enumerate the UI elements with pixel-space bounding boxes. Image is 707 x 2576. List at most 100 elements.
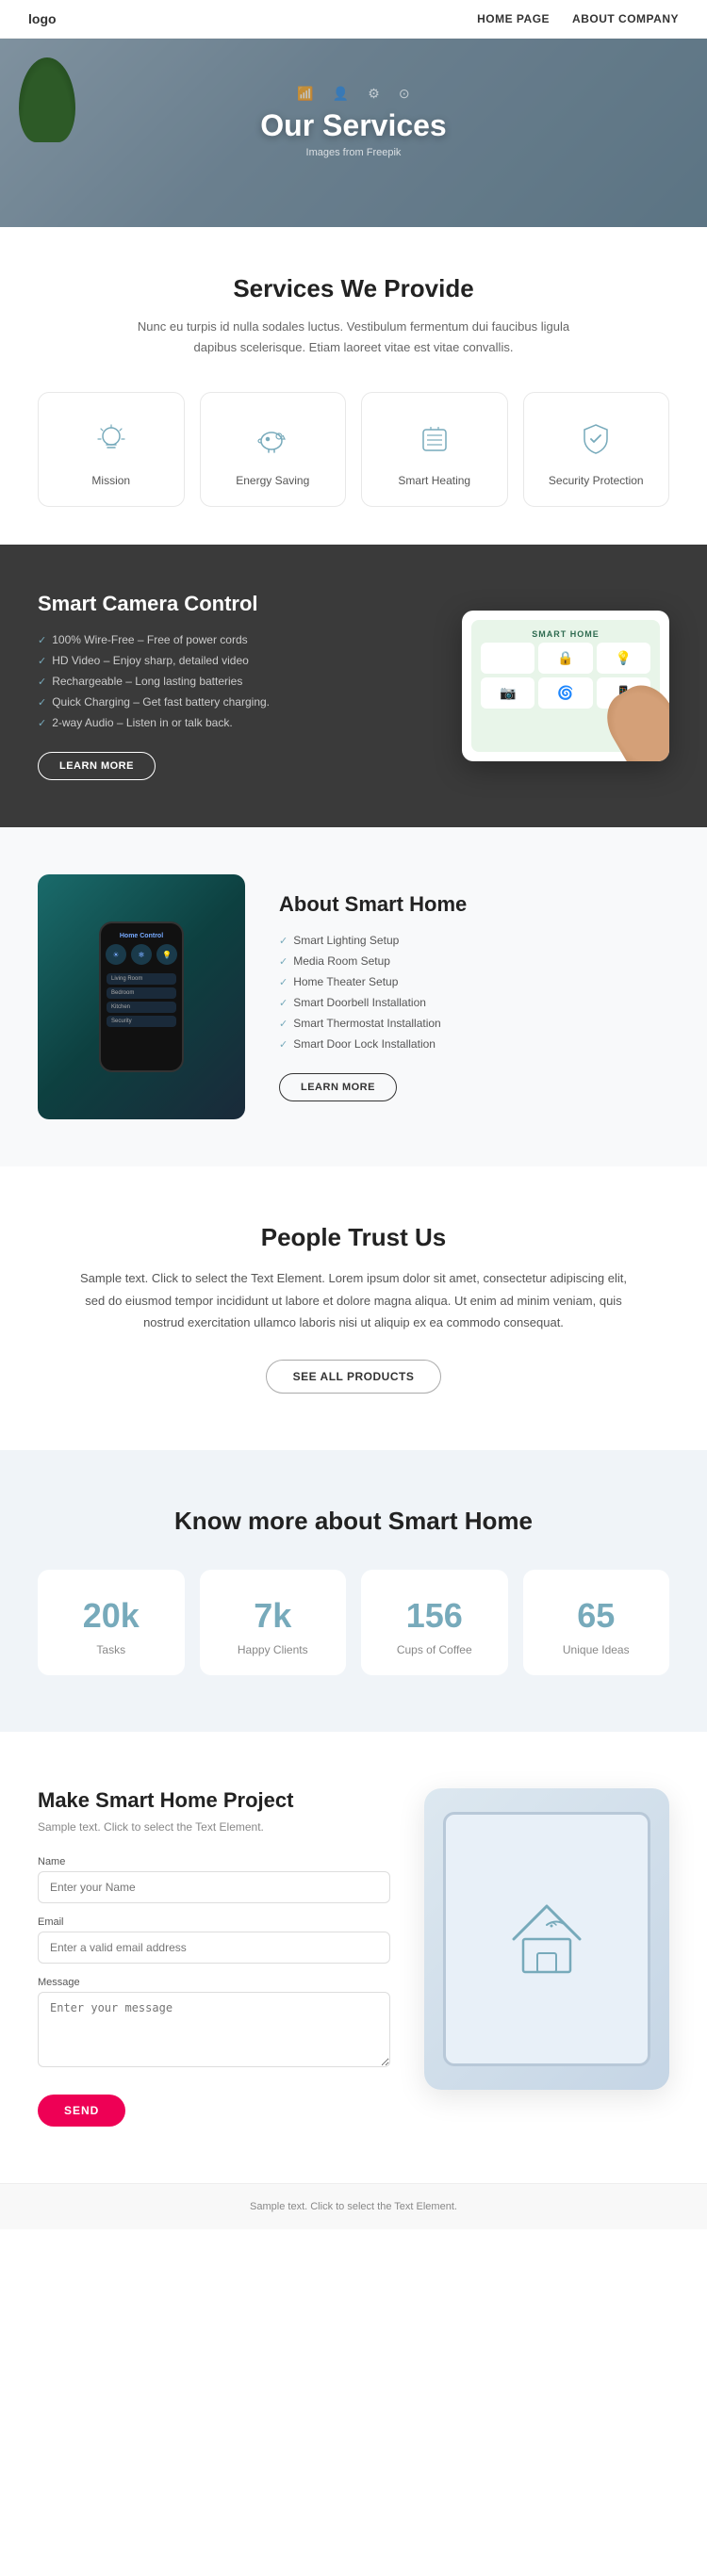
phone-control-2: ❄ bbox=[131, 944, 152, 965]
camera-feature-5: 2-way Audio – Listen in or talk back. bbox=[38, 716, 439, 729]
service-card-energy: Energy Saving bbox=[200, 392, 347, 507]
message-input[interactable] bbox=[38, 1992, 390, 2067]
sh-icon-4: 📷 bbox=[481, 677, 534, 709]
heating-icon bbox=[411, 416, 458, 463]
stat-card-tasks: 20k Tasks bbox=[38, 1570, 185, 1675]
about-title: About Smart Home bbox=[279, 892, 669, 917]
camera-feature-2: HD Video – Enjoy sharp, detailed video bbox=[38, 654, 439, 667]
service-cards: Mission Energy Saving Smart Heating Secu… bbox=[38, 392, 669, 507]
stat-label-coffee: Cups of Coffee bbox=[397, 1643, 472, 1656]
contact-form: Name Email Message SEND bbox=[38, 1856, 390, 2127]
about-feature-5: Smart Thermostat Installation bbox=[279, 1017, 669, 1030]
camera-feature-1: 100% Wire-Free – Free of power cords bbox=[38, 633, 439, 646]
phone-menu: Living Room Bedroom Kitchen Security bbox=[107, 973, 176, 1027]
stat-number-clients: 7k bbox=[254, 1596, 291, 1636]
phone-menu-item-3: Kitchen bbox=[107, 1002, 176, 1013]
bulb-icon bbox=[88, 416, 135, 463]
hero-title: Our Services bbox=[260, 108, 446, 143]
sh-icon-2: 🔒 bbox=[538, 643, 592, 674]
stat-card-ideas: 65 Unique Ideas bbox=[523, 1570, 670, 1675]
camera-learn-more-button[interactable]: LEARN MORE bbox=[38, 752, 156, 780]
stats-grid: 20k Tasks 7k Happy Clients 156 Cups of C… bbox=[38, 1570, 669, 1675]
name-label: Name bbox=[38, 1856, 390, 1867]
service-label-mission: Mission bbox=[91, 474, 130, 487]
camera-features: 100% Wire-Free – Free of power cords HD … bbox=[38, 633, 439, 729]
footer: Sample text. Click to select the Text El… bbox=[0, 2183, 707, 2229]
form-left: Make Smart Home Project Sample text. Cli… bbox=[38, 1788, 390, 2127]
hero-section: 📶 👤 ⚙ ⊙ Our Services Images from Freepik bbox=[0, 39, 707, 227]
send-button[interactable]: SEND bbox=[38, 2095, 125, 2127]
phone-menu-item-4: Security bbox=[107, 1016, 176, 1027]
footer-text: Sample text. Click to select the Text El… bbox=[38, 2201, 669, 2212]
user-icon: 👤 bbox=[333, 86, 349, 102]
sh-icon-1: 🌡 bbox=[481, 643, 534, 674]
trust-desc: Sample text. Click to select the Text El… bbox=[71, 1267, 636, 1333]
phone-mockup: Home Control ☀ ❄ 💡 Living Room Bedroom K… bbox=[99, 921, 184, 1072]
form-title: Make Smart Home Project bbox=[38, 1788, 390, 1813]
nav-home[interactable]: HOME PAGE bbox=[477, 12, 550, 25]
service-label-heating: Smart Heating bbox=[398, 474, 470, 487]
stat-label-tasks: Tasks bbox=[96, 1643, 125, 1656]
services-section: Services We Provide Nunc eu turpis id nu… bbox=[0, 227, 707, 545]
stats-section: Know more about Smart Home 20k Tasks 7k … bbox=[0, 1450, 707, 1732]
services-title: Services We Provide bbox=[38, 274, 669, 303]
camera-content: Smart Camera Control 100% Wire-Free – Fr… bbox=[38, 592, 439, 780]
camera-feature-3: Rechargeable – Long lasting batteries bbox=[38, 675, 439, 688]
email-label: Email bbox=[38, 1916, 390, 1928]
shield-icon bbox=[572, 416, 619, 463]
wifi-icon: 📶 bbox=[297, 86, 313, 102]
sh-icon-3: 💡 bbox=[597, 643, 650, 674]
about-section: Home Control ☀ ❄ 💡 Living Room Bedroom K… bbox=[0, 827, 707, 1166]
service-card-security: Security Protection bbox=[523, 392, 670, 507]
stat-label-clients: Happy Clients bbox=[238, 1643, 308, 1656]
about-feature-3: Home Theater Setup bbox=[279, 975, 669, 988]
form-inner: Make Smart Home Project Sample text. Cli… bbox=[38, 1788, 669, 2127]
hero-subtitle: Images from Freepik bbox=[260, 147, 446, 158]
settings-icon: ⚙ bbox=[368, 86, 380, 102]
camera-device: SMART HOME 🌡 🔒 💡 📷 🌀 📱 bbox=[462, 611, 669, 761]
hero-icons: 📶 👤 ⚙ ⊙ bbox=[297, 86, 409, 102]
phone-controls: ☀ ❄ 💡 bbox=[106, 944, 177, 965]
stat-number-coffee: 156 bbox=[406, 1596, 463, 1636]
form-section: Make Smart Home Project Sample text. Cli… bbox=[0, 1732, 707, 2183]
about-features: Smart Lighting Setup Media Room Setup Ho… bbox=[279, 934, 669, 1051]
stat-number-ideas: 65 bbox=[577, 1596, 615, 1636]
about-learn-more-button[interactable]: LEARN MORE bbox=[279, 1073, 397, 1101]
stat-label-ideas: Unique Ideas bbox=[563, 1643, 630, 1656]
phone-control-1: ☀ bbox=[106, 944, 126, 965]
camera-feature-4: Quick Charging – Get fast battery chargi… bbox=[38, 695, 439, 709]
about-feature-1: Smart Lighting Setup bbox=[279, 934, 669, 947]
trust-section: People Trust Us Sample text. Click to se… bbox=[0, 1166, 707, 1450]
email-field-group: Email bbox=[38, 1916, 390, 1964]
about-content: About Smart Home Smart Lighting Setup Me… bbox=[245, 892, 669, 1101]
smart-home-screen-title: SMART HOME bbox=[481, 629, 650, 639]
stat-card-clients: 7k Happy Clients bbox=[200, 1570, 347, 1675]
service-card-mission: Mission bbox=[38, 392, 185, 507]
hero-content: Our Services Images from Freepik bbox=[260, 108, 446, 158]
service-label-security: Security Protection bbox=[549, 474, 644, 487]
nav-about[interactable]: ABOUT COMPANY bbox=[572, 12, 679, 25]
name-input[interactable] bbox=[38, 1871, 390, 1903]
nav-links: HOME PAGE ABOUT COMPANY bbox=[477, 12, 679, 25]
camera-title: Smart Camera Control bbox=[38, 592, 439, 616]
phone-menu-item-1: Living Room bbox=[107, 973, 176, 985]
about-image: Home Control ☀ ❄ 💡 Living Room Bedroom K… bbox=[38, 874, 245, 1119]
see-all-products-button[interactable]: SEE ALL PRODUCTS bbox=[266, 1360, 442, 1394]
tablet-inner bbox=[443, 1812, 650, 2066]
form-desc: Sample text. Click to select the Text El… bbox=[38, 1820, 390, 1834]
camera-section: Smart Camera Control 100% Wire-Free – Fr… bbox=[0, 545, 707, 827]
email-input[interactable] bbox=[38, 1932, 390, 1964]
service-card-heating: Smart Heating bbox=[361, 392, 508, 507]
about-feature-4: Smart Doorbell Installation bbox=[279, 996, 669, 1009]
about-feature-6: Smart Door Lock Installation bbox=[279, 1037, 669, 1051]
stat-card-coffee: 156 Cups of Coffee bbox=[361, 1570, 508, 1675]
phone-screen-title: Home Control bbox=[120, 933, 163, 939]
form-right bbox=[424, 1788, 669, 2090]
message-label: Message bbox=[38, 1977, 390, 1988]
services-desc: Nunc eu turpis id nulla sodales luctus. … bbox=[137, 317, 570, 358]
stats-title: Know more about Smart Home bbox=[38, 1507, 669, 1536]
camera-device-wrapper: SMART HOME 🌡 🔒 💡 📷 🌀 📱 bbox=[462, 611, 669, 761]
power-icon: ⊙ bbox=[399, 86, 410, 102]
sh-icon-5: 🌀 bbox=[538, 677, 592, 709]
piggy-icon bbox=[249, 416, 296, 463]
